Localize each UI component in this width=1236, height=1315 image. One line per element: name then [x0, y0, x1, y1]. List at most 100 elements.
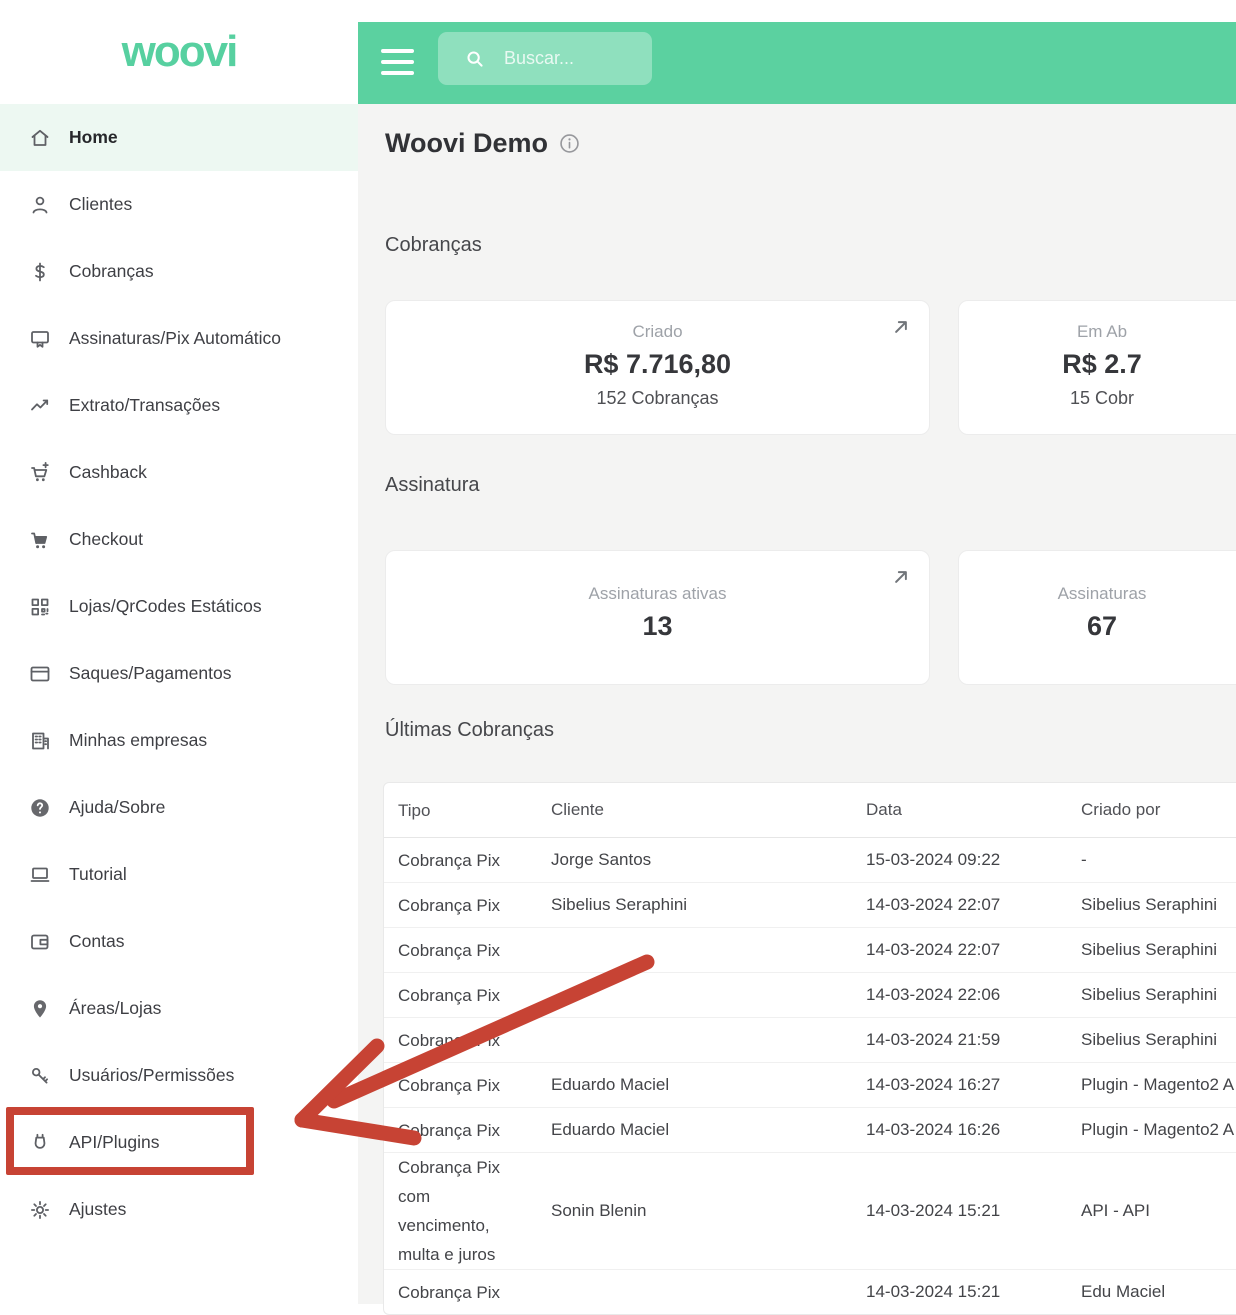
cell-tipo: Cobrança Pix — [384, 891, 537, 920]
trend-chart-icon — [28, 394, 52, 418]
card-value: 13 — [386, 611, 929, 642]
cell-data: 14-03-2024 21:59 — [852, 1030, 1067, 1050]
credit-card-icon — [28, 662, 52, 686]
card-value: 67 — [959, 611, 1236, 642]
sidebar-item-api-plugins[interactable]: API/Plugins — [0, 1109, 358, 1176]
cell-data: 14-03-2024 22:07 — [852, 895, 1067, 915]
table-row[interactable]: Cobrança Pix14-03-2024 21:59Sibelius Ser… — [384, 1018, 1236, 1063]
sidebar-item-extrato-transa-es[interactable]: Extrato/Transações — [0, 372, 358, 439]
card-value: R$ 7.716,80 — [386, 349, 929, 380]
search-input[interactable] — [502, 47, 636, 70]
sidebar-item-saques-pagamentos[interactable]: Saques/Pagamentos — [0, 640, 358, 707]
stat-card[interactable]: Assinaturas ativas13 — [385, 550, 930, 685]
cell-criado-por: Sibelius Seraphini — [1067, 985, 1236, 1005]
sidebar-item-tutorial[interactable]: Tutorial — [0, 841, 358, 908]
table-row[interactable]: Cobrança Pix Sibelius Seraphini14-03-2024… — [384, 883, 1236, 928]
cell-cliente: Sonin Blenin — [537, 1201, 852, 1221]
sidebar-item-assinaturas-pix-autom-tico[interactable]: Assinaturas/Pix Automático — [0, 305, 358, 372]
cell-data: 14-03-2024 22:07 — [852, 940, 1067, 960]
section-title-ultimas-cobrancas: Últimas Cobranças — [385, 719, 554, 742]
column-header: Data — [852, 800, 1067, 820]
qrcode-icon — [28, 595, 52, 619]
card-label: Em Ab — [959, 322, 1236, 342]
external-link-arrow-icon[interactable] — [888, 314, 914, 340]
table-row[interactable]: Cobrança PixEduardo Maciel14-03-2024 16:… — [384, 1108, 1236, 1153]
sidebar-item-cashback[interactable]: Cashback — [0, 439, 358, 506]
sidebar-item-label: Áreas/Lojas — [69, 998, 161, 1019]
home-icon — [28, 126, 52, 150]
sidebar-item-home[interactable]: Home — [0, 104, 358, 171]
external-link-arrow-icon[interactable] — [888, 564, 914, 590]
sidebar-item-label: Tutorial — [69, 864, 127, 885]
sidebar-item--reas-lojas[interactable]: Áreas/Lojas — [0, 975, 358, 1042]
cell-criado-por: Plugin - Magento2 A — [1067, 1120, 1236, 1140]
location-pin-icon — [28, 997, 52, 1021]
cell-tipo: Cobrança Pix — [384, 1116, 537, 1145]
cobrancas-cards: CriadoR$ 7.716,80152 CobrançasEm AbR$ 2.… — [385, 300, 1236, 435]
table-row[interactable]: Cobrança Pix 14-03-2024 15:21Edu Maciel — [384, 1270, 1236, 1314]
sidebar-item-ajuda-sobre[interactable]: Ajuda/Sobre — [0, 774, 358, 841]
cell-data: 14-03-2024 15:21 — [852, 1201, 1067, 1221]
cell-criado-por: Sibelius Seraphini — [1067, 895, 1236, 915]
stat-card[interactable]: CriadoR$ 7.716,80152 Cobranças — [385, 300, 930, 435]
building-icon — [28, 729, 52, 753]
sidebar-item-clientes[interactable]: Clientes — [0, 171, 358, 238]
card-value: R$ 2.7 — [959, 349, 1236, 380]
gear-icon — [28, 1198, 52, 1222]
sidebar-item-contas[interactable]: Contas — [0, 908, 358, 975]
sidebar-item-label: Contas — [69, 931, 124, 952]
stat-card[interactable]: Assinaturas 67 — [958, 550, 1236, 685]
column-header: Tipo — [384, 796, 537, 825]
wallet-icon — [28, 930, 52, 954]
column-header: Cliente — [537, 800, 852, 820]
cell-cliente: Eduardo Maciel — [537, 1075, 852, 1095]
cell-criado-por: Plugin - Magento2 A — [1067, 1075, 1236, 1095]
cell-criado-por: Sibelius Seraphini — [1067, 940, 1236, 960]
woovi-logo: woovi — [0, 0, 358, 104]
card-subtext: 152 Cobranças — [386, 388, 929, 409]
sidebar-item-label: Clientes — [69, 194, 132, 215]
sidebar-item-lojas-qrcodes-est-ticos[interactable]: Lojas/QrCodes Estáticos — [0, 573, 358, 640]
cell-tipo: Cobrança Pix — [384, 1278, 537, 1307]
sidebar-item-label: Checkout — [69, 529, 143, 550]
sidebar-item-cobran-as[interactable]: Cobranças — [0, 238, 358, 305]
laptop-icon — [28, 863, 52, 887]
cell-criado-por: Sibelius Seraphini — [1067, 1030, 1236, 1050]
table-row[interactable]: Cobrança Pix com vencimento, multa e jur… — [384, 1153, 1236, 1270]
table-row[interactable]: Cobrança Pix 14-03-2024 22:07Sibelius Ser… — [384, 928, 1236, 973]
shopping-cart-icon — [28, 528, 52, 552]
sidebar-item-label: Extrato/Transações — [69, 395, 220, 416]
topbar — [358, 22, 1236, 104]
sidebar-item-usu-rios-permiss-es[interactable]: Usuários/Permissões — [0, 1042, 358, 1109]
plug-icon — [28, 1131, 52, 1155]
search-box[interactable] — [438, 32, 652, 85]
hamburger-menu-icon[interactable] — [381, 49, 414, 82]
cell-data: 15-03-2024 09:22 — [852, 850, 1067, 870]
cell-tipo: Cobrança Pix — [384, 936, 537, 965]
stat-card[interactable]: Em AbR$ 2.715 Cobr — [958, 300, 1236, 435]
sidebar-item-label: Minhas empresas — [69, 730, 207, 751]
cell-tipo: Cobrança Pix — [384, 981, 537, 1010]
sidebar-item-minhas-empresas[interactable]: Minhas empresas — [0, 707, 358, 774]
sidebar-item-ajustes[interactable]: Ajustes — [0, 1176, 358, 1243]
ultimas-cobrancas-table: TipoClienteDataCriado porCobrança PixJor… — [383, 782, 1236, 1315]
sidebar-item-label: Ajustes — [69, 1199, 126, 1220]
card-label: Assinaturas — [959, 584, 1236, 604]
sidebar-item-label: Assinaturas/Pix Automático — [69, 328, 281, 349]
info-icon[interactable] — [558, 132, 581, 155]
cell-data: 14-03-2024 15:21 — [852, 1282, 1067, 1302]
table-row[interactable]: Cobrança Pix14-03-2024 22:06Sibelius Ser… — [384, 973, 1236, 1018]
cart-plus-icon — [28, 461, 52, 485]
subscription-card-icon — [28, 327, 52, 351]
table-header-row: TipoClienteDataCriado por — [384, 783, 1236, 838]
search-icon — [464, 48, 486, 70]
cell-criado-por: Edu Maciel — [1067, 1282, 1236, 1302]
clients-icon — [28, 193, 52, 217]
table-row[interactable]: Cobrança PixJorge Santos15-03-2024 09:22… — [384, 838, 1236, 883]
cell-data: 14-03-2024 16:27 — [852, 1075, 1067, 1095]
sidebar-item-checkout[interactable]: Checkout — [0, 506, 358, 573]
page-title: Woovi Demo — [385, 128, 548, 159]
table-row[interactable]: Cobrança PixEduardo Maciel14-03-2024 16:… — [384, 1063, 1236, 1108]
cell-criado-por: API - API — [1067, 1201, 1236, 1221]
assinatura-cards: Assinaturas ativas13 Assinaturas 67 — [385, 550, 1236, 685]
